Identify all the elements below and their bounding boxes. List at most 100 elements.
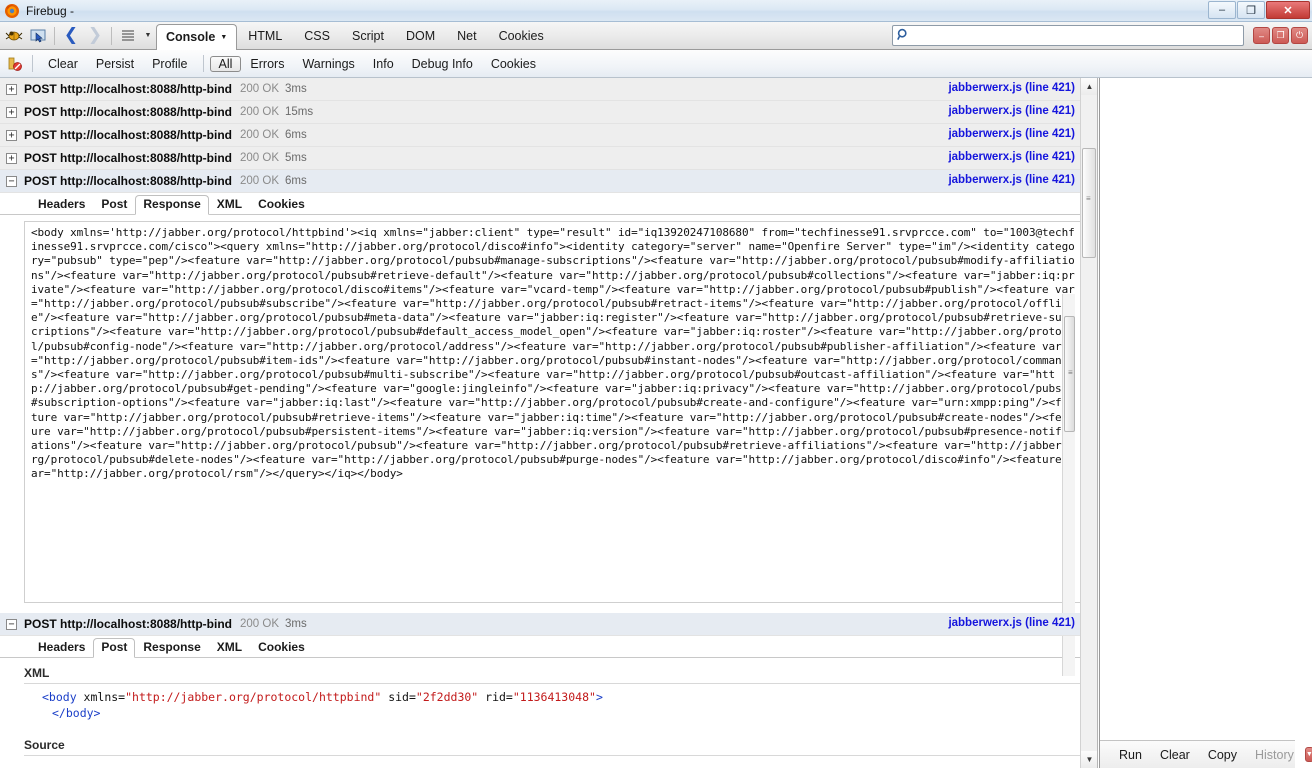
scroll-up-arrow-icon[interactable]: ▲ xyxy=(1081,78,1097,95)
source-link[interactable]: jabberwerx.js (line 421) xyxy=(948,617,1075,629)
mini-minimize-button[interactable]: – xyxy=(1253,27,1270,44)
expand-toggle-icon[interactable]: + xyxy=(6,129,17,141)
table-row[interactable]: + POST http://localhost:8088/http-bind 2… xyxy=(0,78,1097,101)
post-tab-headers[interactable]: Headers xyxy=(30,638,93,657)
request-time: 3ms xyxy=(285,83,307,95)
post-tab-xml[interactable]: XML xyxy=(209,638,250,657)
source-link[interactable]: jabberwerx.js (line 421) xyxy=(948,82,1075,94)
toolbar-divider xyxy=(54,26,55,45)
request-url: POST http://localhost:8088/http-bind xyxy=(24,174,232,188)
back-arrow-icon[interactable]: ❮ xyxy=(59,25,83,47)
mini-close-button[interactable]: ⏻ xyxy=(1291,27,1308,44)
menu-lines-icon[interactable] xyxy=(116,25,140,47)
table-row-expanded-2[interactable]: − POST http://localhost:8088/http-bind 2… xyxy=(0,613,1097,636)
request-url: POST http://localhost:8088/http-bind xyxy=(24,151,232,165)
filter-warnings-button[interactable]: Warnings xyxy=(293,56,363,72)
tab-dom[interactable]: DOM xyxy=(395,23,446,50)
command-editor-input[interactable] xyxy=(1102,78,1295,740)
xml-attr-xmlns-name: xmlns= xyxy=(76,690,126,704)
forward-arrow-icon[interactable]: ❯ xyxy=(83,25,107,47)
history-button[interactable]: History xyxy=(1246,748,1303,762)
xml-close-tag: </body> xyxy=(52,706,101,720)
detail-tab-post[interactable]: Post xyxy=(93,195,135,214)
console-toolbar-divider-2 xyxy=(202,55,204,72)
collapse-toggle-icon[interactable]: − xyxy=(6,175,17,187)
source-section-label: Source xyxy=(24,738,1087,756)
table-row[interactable]: + POST http://localhost:8088/http-bind 2… xyxy=(0,124,1097,147)
xml-attr-rid-name: rid= xyxy=(478,690,513,704)
tab-css[interactable]: CSS xyxy=(293,23,341,50)
request-time: 15ms xyxy=(285,106,314,118)
tab-html[interactable]: HTML xyxy=(237,23,293,50)
console-scrollbar-thumb[interactable]: ≡ xyxy=(1082,148,1096,258)
filter-info-button[interactable]: Info xyxy=(364,56,403,72)
request-status: 200 OK xyxy=(240,106,279,118)
console-toolbar-divider xyxy=(32,55,33,72)
filter-cookies-button[interactable]: Cookies xyxy=(482,56,545,72)
request-status: 200 OK xyxy=(240,152,279,164)
console-log-pane[interactable]: + POST http://localhost:8088/http-bind 2… xyxy=(0,78,1098,768)
firebug-bug-icon[interactable] xyxy=(2,25,26,47)
copy-button[interactable]: Copy xyxy=(1199,748,1246,762)
request-time: 3ms xyxy=(285,618,307,630)
response-body-box[interactable]: <body xmlns='http://jabber.org/protocol/… xyxy=(24,221,1087,603)
persist-button[interactable]: Persist xyxy=(87,56,143,72)
tab-cookies[interactable]: Cookies xyxy=(488,23,555,50)
title-bar: Firebug - – ❐ ✕ xyxy=(0,0,1312,22)
response-scrollbar-thumb[interactable]: ≡ xyxy=(1064,316,1075,432)
table-row[interactable]: + POST http://localhost:8088/http-bind 2… xyxy=(0,101,1097,124)
detail-tab-cookies[interactable]: Cookies xyxy=(250,195,313,214)
expand-toggle-icon[interactable]: + xyxy=(6,152,17,164)
xml-attr-xmlns-value: "http://jabber.org/protocol/httpbind" xyxy=(125,690,382,704)
run-button[interactable]: Run xyxy=(1110,748,1151,762)
search-input[interactable] xyxy=(913,27,1223,44)
expand-toggle-icon[interactable]: + xyxy=(6,83,17,95)
source-link[interactable]: jabberwerx.js (line 421) xyxy=(948,174,1075,186)
firebug-toolbar: ❮ ❯ ▼ Console ▼ HTML CSS Script DOM Net … xyxy=(0,22,1312,51)
maximize-button[interactable]: ❐ xyxy=(1237,1,1265,19)
source-link[interactable]: jabberwerx.js (line 421) xyxy=(948,105,1075,117)
filter-errors-button[interactable]: Errors xyxy=(241,56,293,72)
detail-tab-xml[interactable]: XML xyxy=(209,195,250,214)
source-link[interactable]: jabberwerx.js (line 421) xyxy=(948,151,1075,163)
expand-toggle-icon[interactable]: + xyxy=(6,106,17,118)
clear-button[interactable]: Clear xyxy=(39,56,87,72)
table-row-expanded[interactable]: − POST http://localhost:8088/http-bind 2… xyxy=(0,170,1097,193)
tab-net[interactable]: Net xyxy=(446,23,487,50)
xml-line-1: <body xmlns="http://jabber.org/protocol/… xyxy=(42,689,1097,705)
post-request-detail-tabs: Headers Post Response XML Cookies xyxy=(0,636,1097,658)
request-status: 200 OK xyxy=(240,618,279,630)
detail-tab-response[interactable]: Response xyxy=(135,195,209,215)
post-tab-post[interactable]: Post xyxy=(93,638,136,658)
detail-tab-headers[interactable]: Headers xyxy=(30,195,93,214)
table-row[interactable]: + POST http://localhost:8088/http-bind 2… xyxy=(0,147,1097,170)
xml-attr-rid-value: "1136413048" xyxy=(512,690,596,704)
tab-script[interactable]: Script xyxy=(341,23,395,50)
inspect-element-icon[interactable] xyxy=(26,25,50,47)
scrollbar-grip-icon: ≡ xyxy=(1086,194,1091,203)
close-button[interactable]: ✕ xyxy=(1266,1,1310,19)
source-link[interactable]: jabberwerx.js (line 421) xyxy=(948,128,1075,140)
post-tab-cookies[interactable]: Cookies xyxy=(250,638,313,657)
toolbar-divider-2 xyxy=(111,26,112,45)
search-box[interactable] xyxy=(892,25,1244,46)
console-scrollbar[interactable]: ▲ ≡ ▼ xyxy=(1080,78,1097,768)
xml-section-label: XML xyxy=(24,666,1087,684)
response-body-text: <body xmlns='http://jabber.org/protocol/… xyxy=(31,226,1075,481)
history-dropdown-icon[interactable]: ▼ xyxy=(1304,747,1312,762)
scroll-down-arrow-icon[interactable]: ▼ xyxy=(1081,751,1097,768)
minimize-button[interactable]: – xyxy=(1208,1,1236,19)
mini-restore-button[interactable]: ❐ xyxy=(1272,27,1289,44)
profile-button[interactable]: Profile xyxy=(143,56,196,72)
filter-debug-info-button[interactable]: Debug Info xyxy=(403,56,482,72)
toolbar-dropdown-icon[interactable]: ▼ xyxy=(140,25,156,47)
request-detail-tabs: Headers Post Response XML Cookies xyxy=(0,193,1097,215)
clear-console-icon[interactable] xyxy=(4,54,26,74)
collapse-toggle-icon-2[interactable]: − xyxy=(6,618,17,630)
request-url: POST http://localhost:8088/http-bind xyxy=(24,617,232,631)
tab-console-label: Console xyxy=(166,30,216,44)
clear-editor-button[interactable]: Clear xyxy=(1151,748,1199,762)
tab-console[interactable]: Console ▼ xyxy=(156,23,238,51)
post-tab-response[interactable]: Response xyxy=(135,638,208,657)
filter-all-button[interactable]: All xyxy=(209,55,242,72)
